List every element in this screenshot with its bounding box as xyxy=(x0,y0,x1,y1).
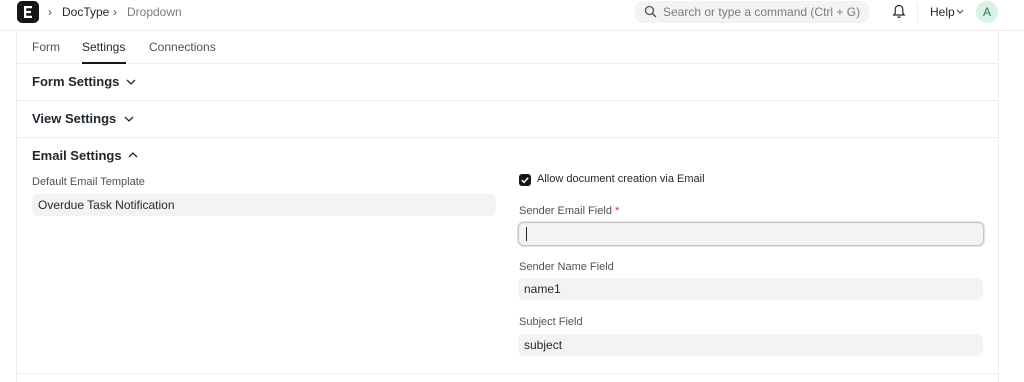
section-form-settings[interactable]: Form Settings xyxy=(17,64,998,101)
breadcrumb-dropdown[interactable]: Dropdown xyxy=(127,5,182,19)
search-bar[interactable]: Search or type a command (Ctrl + G) xyxy=(635,1,869,23)
app-logo[interactable] xyxy=(17,1,39,23)
chevron-down-icon xyxy=(124,116,134,122)
help-menu-label[interactable]: Help xyxy=(930,5,955,19)
doctype-form-card: Form Settings Connections Form Settings … xyxy=(16,30,999,382)
checkmark-icon xyxy=(521,177,529,184)
subject-field-input[interactable]: subject xyxy=(518,334,983,356)
bell-icon[interactable] xyxy=(892,4,906,19)
text-cursor xyxy=(526,227,527,241)
tab-bar: Form Settings Connections xyxy=(17,30,998,64)
frappe-logo-icon xyxy=(24,6,32,18)
navbar: › DocType › Dropdown Search or type a co… xyxy=(0,0,1024,26)
avatar[interactable]: A xyxy=(976,1,998,23)
section-title: Form Settings xyxy=(32,74,120,89)
chevron-down-icon xyxy=(126,79,136,85)
required-indicator: * xyxy=(615,205,620,217)
sender-name-field-value: name1 xyxy=(524,282,561,296)
breadcrumb-separator-icon: › xyxy=(48,5,52,19)
tab-form[interactable]: Form xyxy=(32,40,60,54)
sender-name-field-input[interactable]: name1 xyxy=(518,278,983,300)
section-divider xyxy=(17,373,998,374)
chevron-up-icon xyxy=(128,152,138,158)
default-email-template-field[interactable]: Overdue Task Notification xyxy=(32,194,496,216)
tab-settings[interactable]: Settings xyxy=(82,40,125,54)
breadcrumb-doctype[interactable]: DocType xyxy=(62,5,109,19)
tab-connections[interactable]: Connections xyxy=(149,40,216,54)
section-title: Email Settings xyxy=(32,148,122,163)
sender-email-field-input[interactable] xyxy=(518,222,984,246)
breadcrumb-separator-icon: › xyxy=(113,5,117,19)
search-icon xyxy=(644,5,657,18)
search-placeholder: Search or type a command (Ctrl + G) xyxy=(663,5,861,19)
default-email-template-value: Overdue Task Notification xyxy=(38,198,175,212)
section-view-settings[interactable]: View Settings xyxy=(17,101,998,138)
sender-name-field-label: Sender Name Field xyxy=(519,261,614,273)
default-email-template-label: Default Email Template xyxy=(32,176,145,188)
chevron-down-icon[interactable] xyxy=(956,9,964,14)
allow-email-creation-label: Allow document creation via Email xyxy=(537,173,705,185)
subject-field-label: Subject Field xyxy=(519,316,583,328)
allow-email-creation-checkbox[interactable] xyxy=(519,174,531,186)
sender-email-field-label: Sender Email Field * xyxy=(519,205,620,217)
section-title: View Settings xyxy=(32,111,117,126)
navbar-divider xyxy=(917,3,918,23)
section-email-settings[interactable]: Email Settings xyxy=(17,138,998,168)
subject-field-value: subject xyxy=(524,338,563,352)
